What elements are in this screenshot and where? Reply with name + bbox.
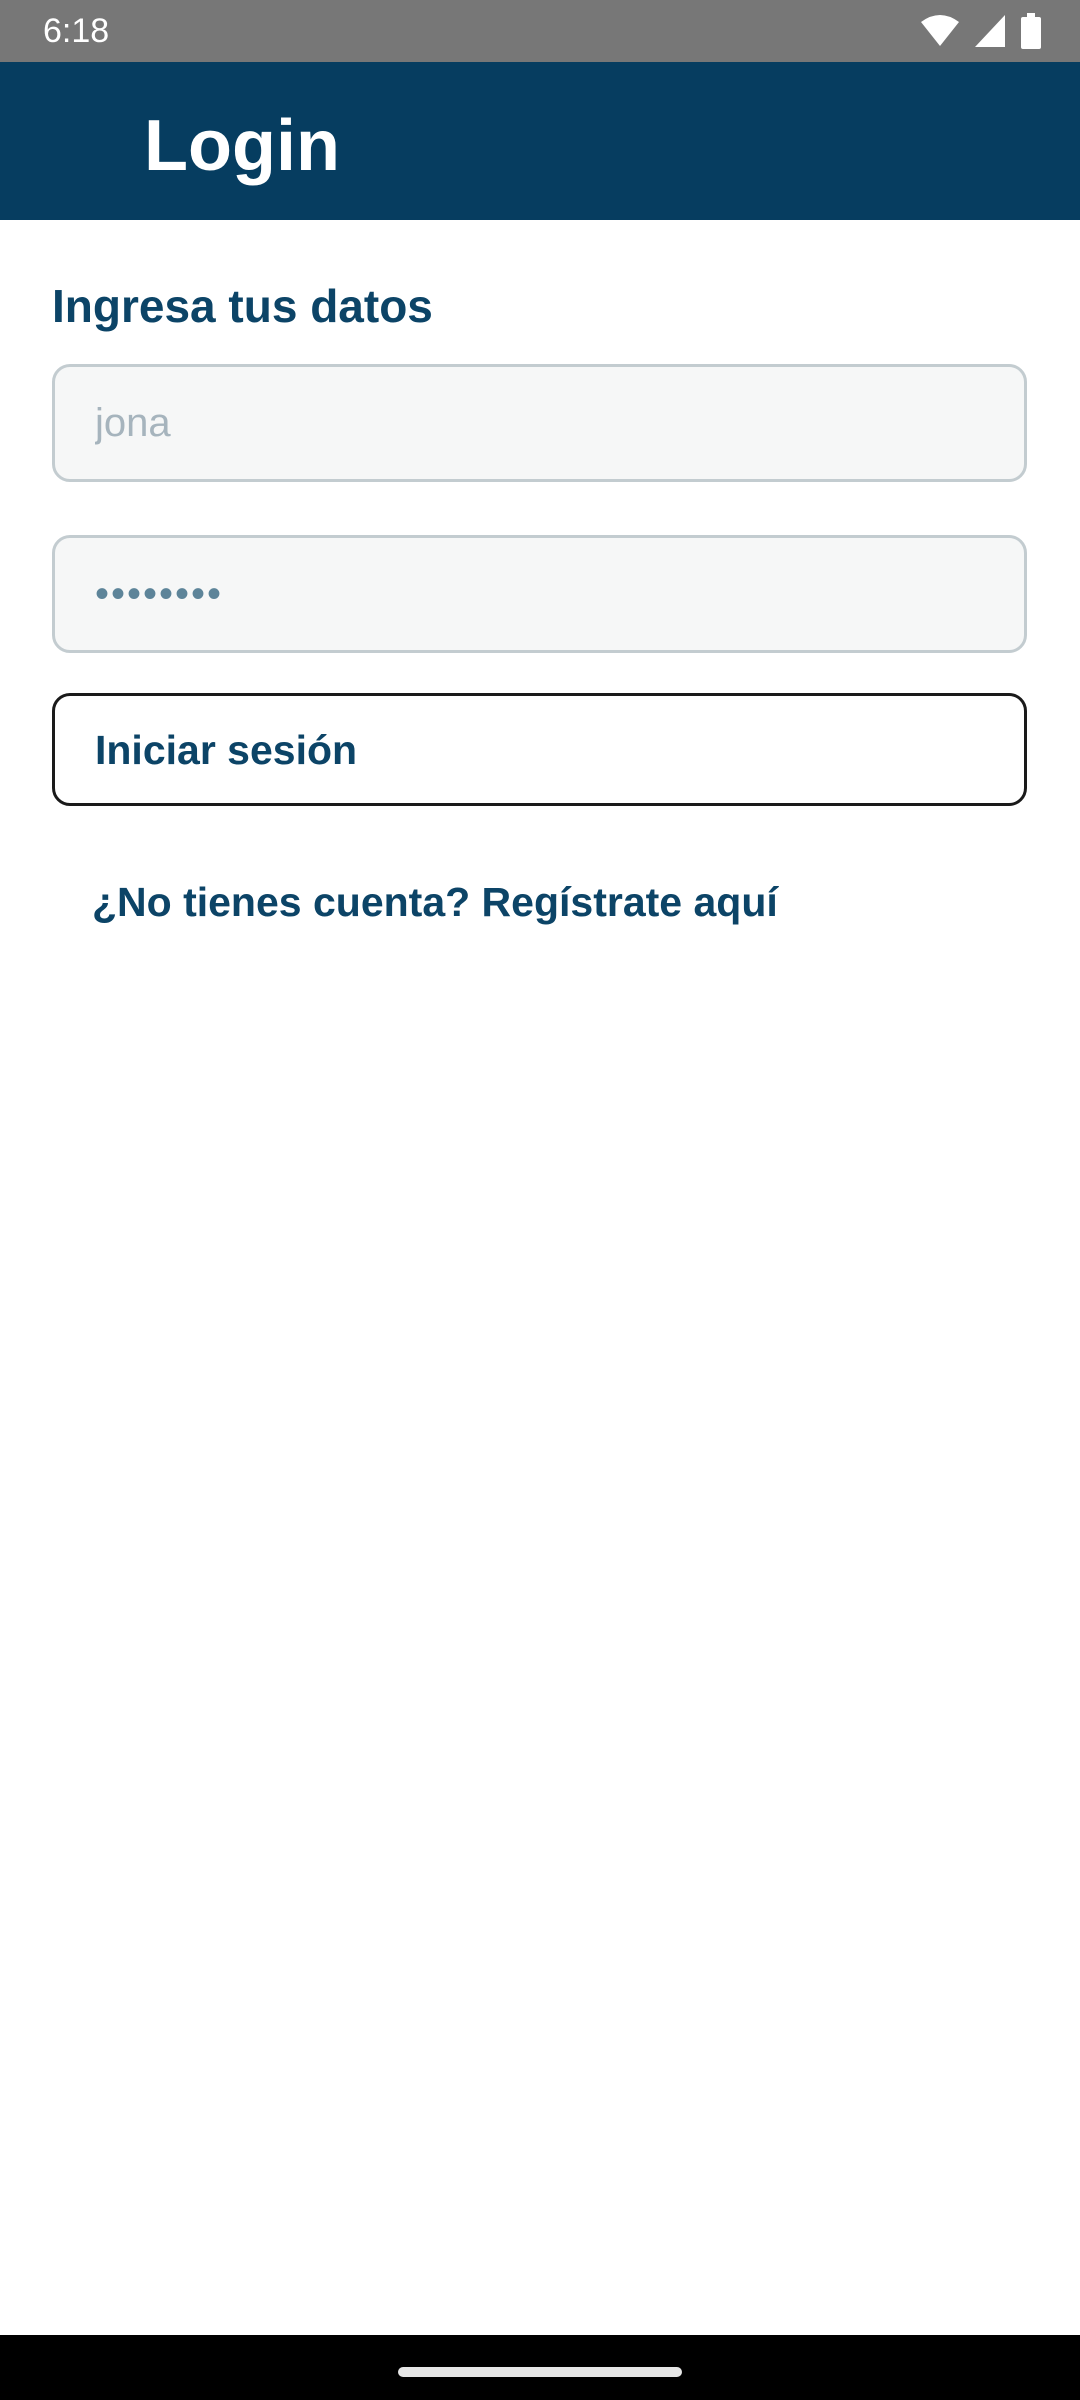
navigation-bar bbox=[0, 2335, 1080, 2400]
login-button-label: Iniciar sesión bbox=[95, 727, 358, 773]
status-icons bbox=[920, 12, 1042, 50]
home-indicator[interactable] bbox=[398, 2367, 682, 2377]
app-bar: Login bbox=[0, 62, 1080, 220]
register-link[interactable]: ¿No tienes cuenta? Regístrate aquí bbox=[92, 876, 778, 928]
form-heading: Ingresa tus datos bbox=[52, 280, 433, 332]
signal-icon bbox=[975, 15, 1005, 47]
login-button[interactable]: Iniciar sesión bbox=[52, 693, 1027, 806]
status-bar: 6:18 bbox=[0, 0, 1080, 62]
username-input[interactable] bbox=[55, 367, 1024, 479]
password-input[interactable] bbox=[55, 538, 1024, 650]
battery-icon bbox=[1021, 13, 1041, 49]
wifi-icon bbox=[921, 15, 959, 46]
password-field bbox=[52, 535, 1027, 653]
status-time: 6:18 bbox=[43, 12, 110, 50]
username-field bbox=[52, 364, 1027, 482]
page-title: Login bbox=[144, 106, 340, 186]
